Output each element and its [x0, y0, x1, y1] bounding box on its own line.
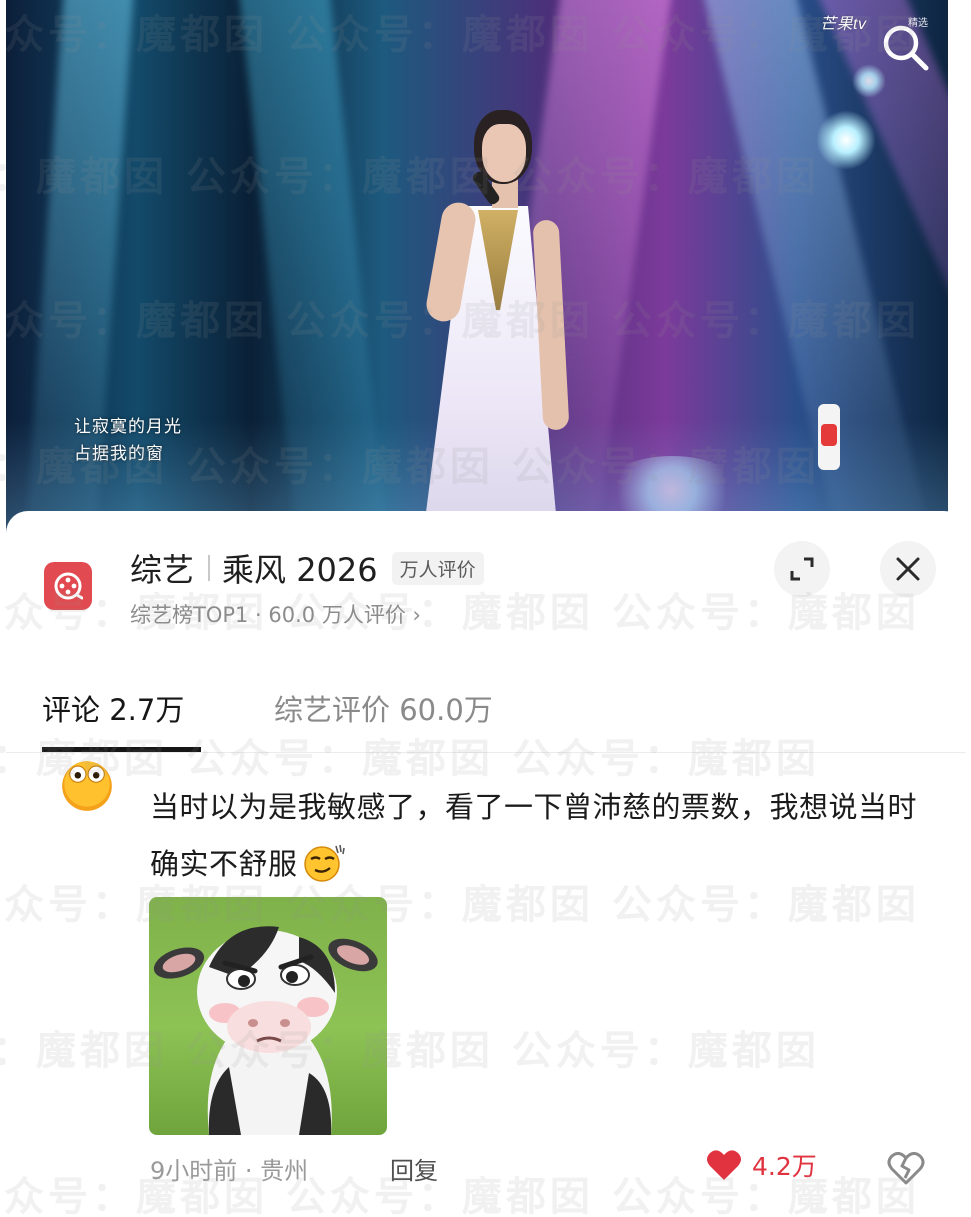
- like-button[interactable]: 4.2万: [706, 1147, 817, 1183]
- close-button[interactable]: [880, 541, 936, 597]
- close-icon: [896, 557, 920, 581]
- tab-show-reviews[interactable]: 综艺评价 60.0万: [274, 687, 493, 729]
- expand-button[interactable]: [774, 541, 830, 597]
- tab-divider: [6, 752, 966, 753]
- search-icon: [883, 25, 929, 71]
- title-divider: [208, 555, 211, 581]
- heart-icon: [707, 1150, 741, 1180]
- show-category: 综艺: [130, 551, 195, 589]
- lyric-line: 占据我的窗: [74, 444, 164, 464]
- shocked-face-emoji-avatar: [62, 761, 112, 811]
- search-button[interactable]: [878, 20, 934, 76]
- like-count: 4.2万: [752, 1152, 817, 1181]
- comment-text: 当时以为是我敏感了，看了一下曾沛慈的票数，我想说当时确实不舒服: [150, 790, 918, 881]
- cow-illustration: [153, 926, 378, 1135]
- stage-spotlight: [816, 110, 876, 170]
- channel-logo: 芒果tv: [820, 16, 867, 33]
- show-name: 乘风 2026: [222, 551, 378, 589]
- tab-comments[interactable]: 评论 2.7万: [42, 687, 184, 729]
- dislike-button[interactable]: [884, 1145, 928, 1189]
- show-title[interactable]: 综艺 乘风 2026 万人评价: [130, 545, 484, 591]
- reply-button[interactable]: 回复: [390, 1151, 438, 1186]
- comment-time-location: 9小时前 · 贵州: [150, 1157, 309, 1185]
- subtitle-lyrics: 让寂寞的月光 占据我的窗: [74, 414, 182, 468]
- avatar[interactable]: [42, 758, 132, 812]
- video-reel-icon: [54, 572, 83, 600]
- sponsor-logo: [818, 404, 840, 470]
- comment-sheet: 综艺 乘风 2026 万人评价 综艺榜TOP1 · 60.0 万人评价 › 评论…: [6, 511, 966, 1217]
- show-category-icon: [44, 562, 92, 610]
- comment-body: 当时以为是我敏感了，看了一下曾沛慈的票数，我想说当时确实不舒服: [150, 779, 940, 893]
- video-player[interactable]: 芒果tv 精选 让寂寞的月光 占据我的窗: [6, 0, 948, 560]
- smirk-emoji: [300, 842, 346, 882]
- ranking-link[interactable]: 综艺榜TOP1 · 60.0 万人评价 ›: [130, 599, 421, 629]
- review-badge: 万人评价: [391, 551, 484, 585]
- lyric-line: 让寂寞的月光: [74, 417, 182, 437]
- expand-icon: [790, 557, 814, 581]
- angry-cow-sticker[interactable]: [149, 897, 387, 1135]
- broken-heart-icon: [887, 1151, 925, 1185]
- singer-figure: [406, 110, 586, 540]
